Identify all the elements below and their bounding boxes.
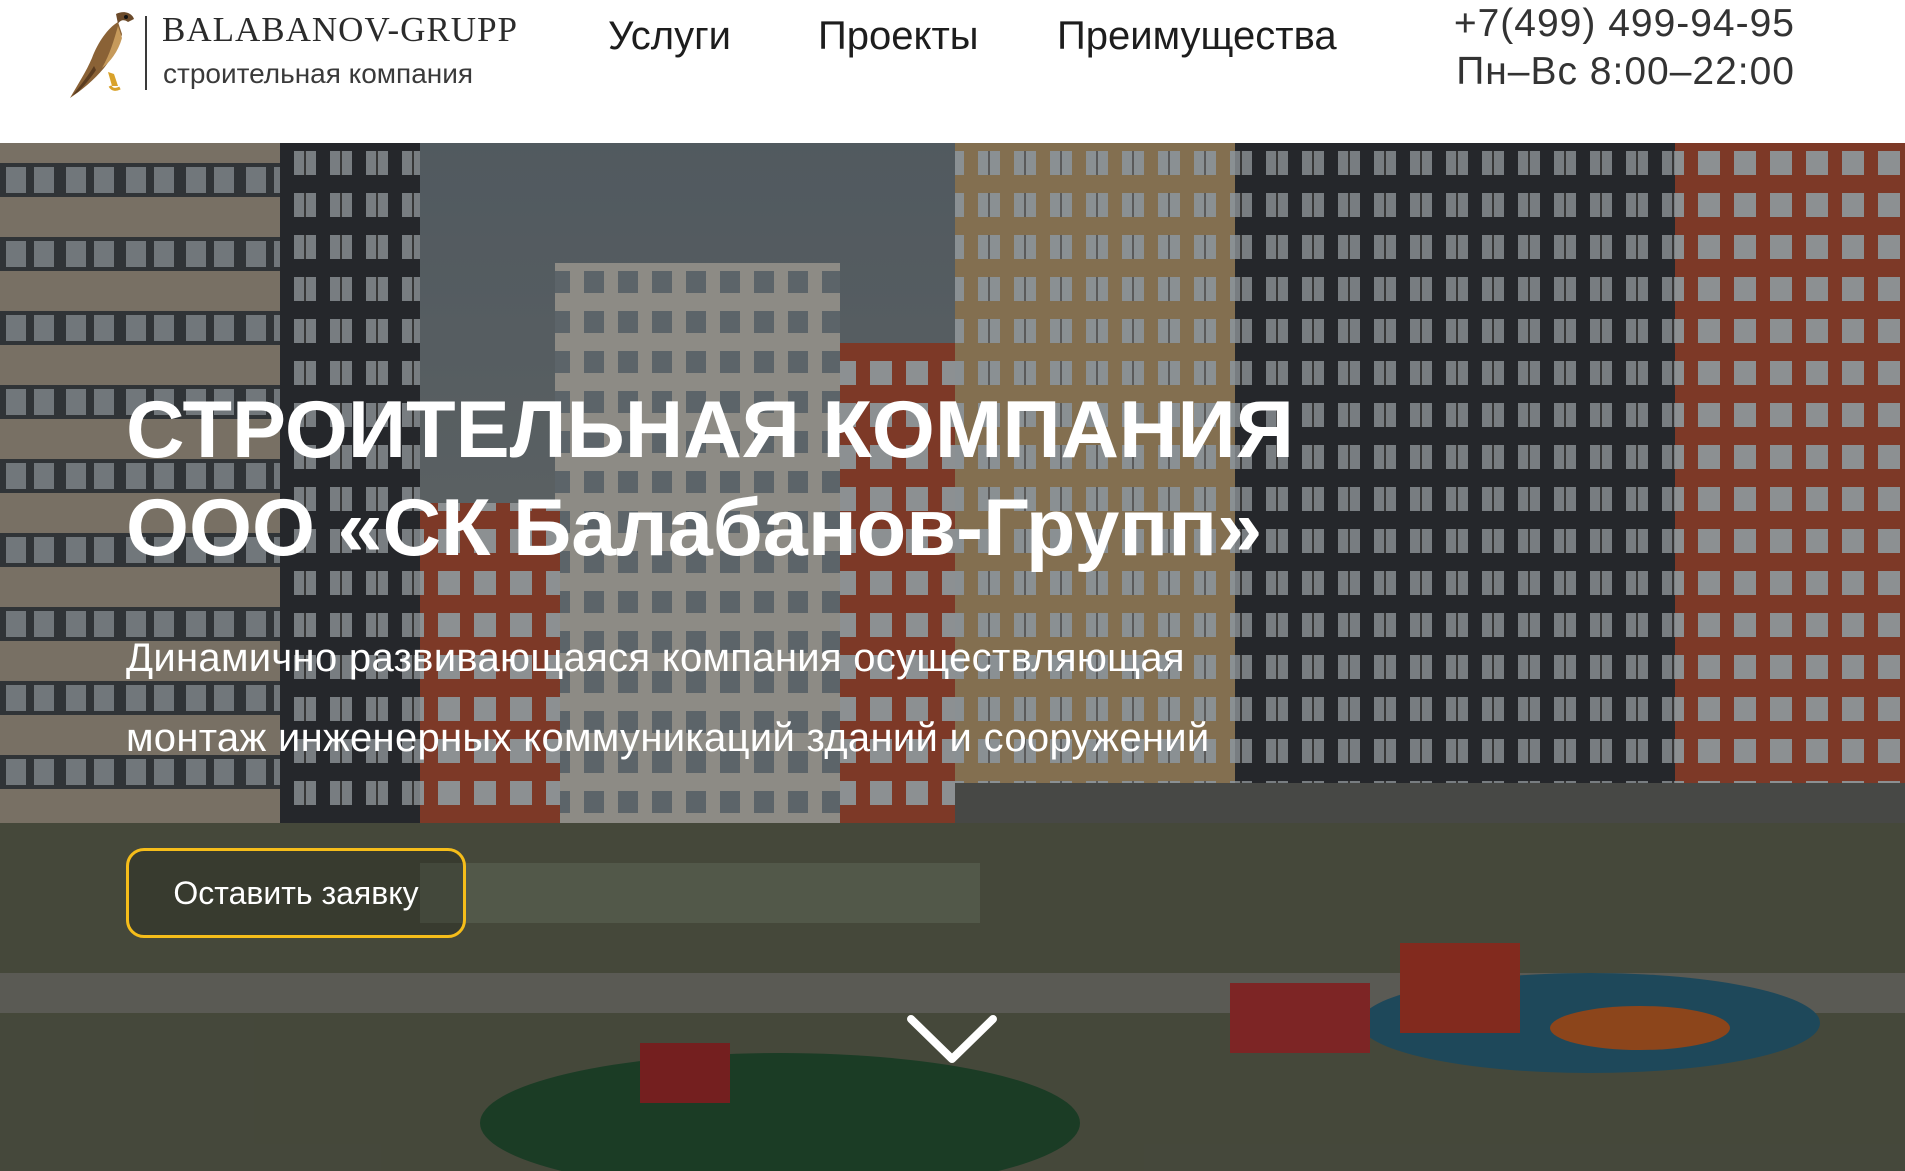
logo-name: BALABANOV-GRUPP	[162, 10, 518, 49]
logo[interactable]: BALABANOV-GRUPP строительная компания	[64, 6, 534, 106]
chevron-down-icon[interactable]	[905, 1011, 999, 1067]
hero-title-line-1: СТРОИТЕЛЬНАЯ КОМПАНИЯ	[126, 385, 1294, 475]
leave-request-button[interactable]: Оставить заявку	[126, 848, 466, 938]
hero-subtitle-line-1: Динамично развивающаяся компания осущест…	[126, 636, 1185, 680]
hero-subtitle: Динамично развивающаяся компания осущест…	[126, 618, 1210, 778]
hero-section: СТРОИТЕЛЬНАЯ КОМПАНИЯ ООО «СК Балабанов-…	[0, 143, 1905, 1171]
hero-subtitle-line-2: монтаж инженерных коммуникаций зданий и …	[126, 716, 1210, 760]
hero-title: СТРОИТЕЛЬНАЯ КОМПАНИЯ ООО «СК Балабанов-…	[126, 381, 1294, 577]
contact-block: +7(499) 499-94-95 Пн–Вс 8:00–22:00	[1454, 0, 1795, 96]
logo-tagline: строительная компания	[163, 58, 474, 89]
hero-title-line-2: ООО «СК Балабанов-Групп»	[126, 483, 1263, 573]
logo-divider	[145, 16, 147, 90]
nav-item-advantages[interactable]: Преимущества	[1057, 14, 1337, 59]
site-header: BALABANOV-GRUPP строительная компания Ус…	[0, 0, 1905, 143]
working-hours: Пн–Вс 8:00–22:00	[1456, 50, 1795, 93]
phone-link[interactable]: +7(499) 499-94-95	[1454, 0, 1795, 48]
nav-item-projects[interactable]: Проекты	[818, 14, 979, 59]
falcon-logo-icon	[70, 12, 134, 98]
nav-item-services[interactable]: Услуги	[608, 14, 731, 59]
